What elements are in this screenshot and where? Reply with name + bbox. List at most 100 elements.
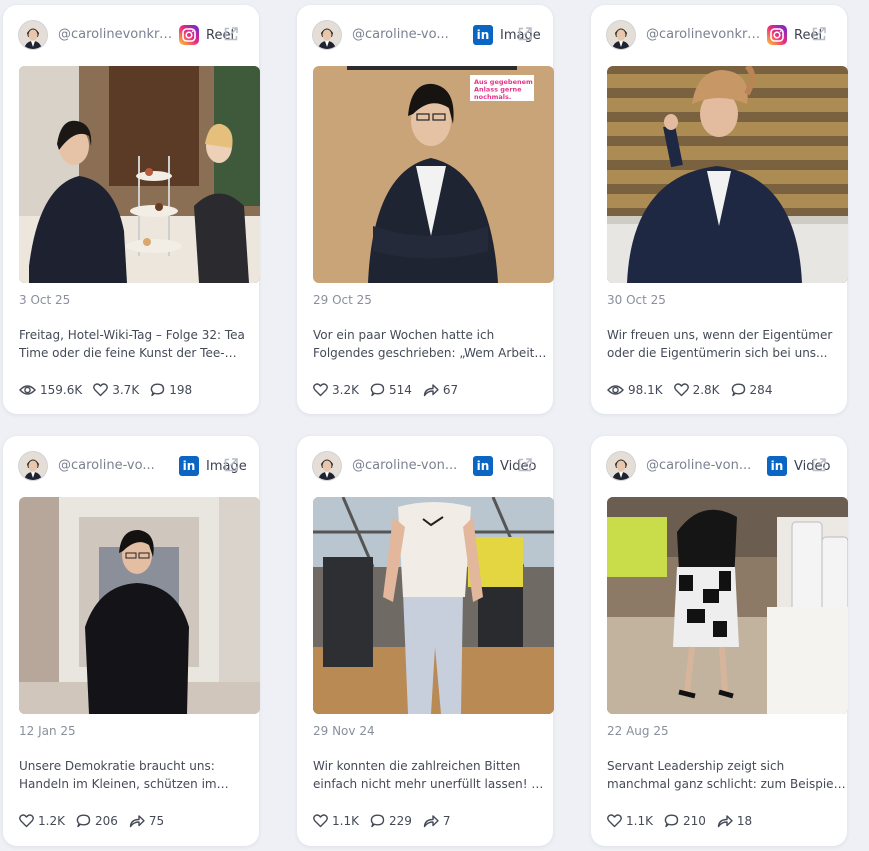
shares-count: 75 <box>148 814 165 828</box>
post-card[interactable]: @caroline-von... in Video <box>297 436 554 846</box>
likes-count: 3.2K <box>332 383 359 397</box>
post-card[interactable]: @carolinevonkre... Reel <box>591 5 848 414</box>
post-thumbnail[interactable] <box>313 497 554 714</box>
post-caption: Unsere Demokratie braucht uns: Handeln i… <box>19 759 217 791</box>
post-stats: 98.1K 2.8K 284 <box>607 381 783 399</box>
external-link-icon[interactable] <box>223 457 239 473</box>
account-handle[interactable]: @caroline-von... <box>352 458 468 473</box>
views-count: 98.1K <box>628 383 663 397</box>
post-stats: 1.2K 206 75 <box>19 812 175 830</box>
post-caption: Wir konnten die zahlreichen Bitten einfa… <box>313 759 544 791</box>
post-date: 12 Jan 25 <box>19 724 76 738</box>
instagram-icon <box>767 25 787 45</box>
likes-stat: 3.7K <box>93 383 139 397</box>
linkedin-icon: in <box>473 25 493 45</box>
post-header: @caroline-vo... in Image <box>19 451 247 481</box>
post-thumbnail[interactable] <box>19 497 260 714</box>
post-thumbnail[interactable] <box>607 66 848 283</box>
share-icon <box>717 815 733 828</box>
comment-icon <box>731 383 745 397</box>
views-stat: 159.6K <box>19 383 82 397</box>
likes-stat: 2.8K <box>673 383 720 397</box>
post-stats: 3.2K 514 67 <box>313 381 469 399</box>
comment-icon <box>664 814 679 828</box>
comment-icon <box>76 814 91 828</box>
post-card[interactable]: @caroline-vo... in Image 12 Jan 25 Unser… <box>3 436 260 846</box>
post-thumbnail[interactable] <box>19 66 260 283</box>
shares-stat: 67 <box>423 383 458 397</box>
heart-icon <box>19 814 34 828</box>
comments-stat: 206 <box>76 814 118 828</box>
post-date: 29 Oct 25 <box>313 293 372 307</box>
avatar <box>607 452 635 480</box>
share-icon <box>129 815 145 828</box>
comments-stat: 514 <box>370 383 412 397</box>
post-caption: Freitag, Hotel-Wiki-Tag – Folge 32: Tea … <box>19 328 245 360</box>
share-icon <box>423 384 439 397</box>
posts-grid: @carolinevonkre... Reel 3 Oct 25 Freitag… <box>0 0 869 851</box>
linkedin-icon: in <box>179 456 199 476</box>
post-card[interactable]: @caroline-vo... in Image Aus gegebenem An… <box>297 5 554 414</box>
post-thumbnail[interactable]: Aus gegebenem Anlass gerne nochmals. <box>313 66 554 283</box>
heart-icon <box>93 383 109 397</box>
post-stats: 1.1K 210 18 <box>607 812 763 830</box>
heart-icon <box>313 383 328 397</box>
account-handle[interactable]: @caroline-von... <box>646 458 762 473</box>
account-handle[interactable]: @caroline-vo... <box>352 27 468 42</box>
comments-count: 198 <box>169 383 193 397</box>
shares-count: 18 <box>736 814 753 828</box>
likes-stat: 3.2K <box>313 383 359 397</box>
post-card[interactable]: @carolinevonkre... Reel <box>3 5 260 414</box>
likes-stat: 1.1K <box>607 814 653 828</box>
post-caption: Servant Leadership zeigt sich manchmal g… <box>607 759 837 791</box>
post-thumbnail[interactable] <box>607 497 848 714</box>
likes-stat: 1.1K <box>313 814 359 828</box>
comments-count: 206 <box>94 814 118 828</box>
post-stats: 159.6K 3.7K 198 <box>19 381 203 399</box>
post-card[interactable]: @caroline-von... in Video <box>591 436 848 846</box>
share-icon <box>423 815 439 828</box>
eye-icon <box>19 385 36 395</box>
likes-count: 2.8K <box>692 383 720 397</box>
post-header: @caroline-vo... in Image <box>313 20 541 50</box>
account-handle[interactable]: @carolinevonkre... <box>646 27 762 42</box>
comment-icon <box>370 383 385 397</box>
post-date: 22 Aug 25 <box>607 724 669 738</box>
shares-count: 67 <box>442 383 459 397</box>
likes-stat: 1.2K <box>19 814 65 828</box>
post-caption: Wir freuen uns, wenn der Eigentümer oder… <box>607 328 833 360</box>
eye-icon <box>607 385 624 395</box>
external-link-icon[interactable] <box>223 26 239 42</box>
post-date: 29 Nov 24 <box>313 724 375 738</box>
comments-stat: 284 <box>731 383 773 397</box>
external-link-icon[interactable] <box>811 457 827 473</box>
linkedin-icon: in <box>473 456 493 476</box>
post-header: @carolinevonkre... Reel <box>607 20 833 50</box>
comments-count: 514 <box>388 383 412 397</box>
external-link-icon[interactable] <box>517 457 533 473</box>
post-date: 3 Oct 25 <box>19 293 71 307</box>
linkedin-icon: in <box>767 456 787 476</box>
comment-icon <box>370 814 385 828</box>
shares-stat: 7 <box>423 814 451 828</box>
shares-stat: 18 <box>717 814 752 828</box>
comments-count: 210 <box>682 814 706 828</box>
post-stats: 1.1K 229 7 <box>313 812 462 830</box>
likes-count: 1.1K <box>332 814 359 828</box>
heart-icon <box>313 814 328 828</box>
heart-icon <box>673 383 689 397</box>
post-caption: Vor ein paar Wochen hatte ich Folgendes … <box>313 328 535 360</box>
instagram-icon <box>179 25 199 45</box>
account-handle[interactable]: @carolinevonkre... <box>58 27 174 42</box>
external-link-icon[interactable] <box>517 26 533 42</box>
account-handle[interactable]: @caroline-vo... <box>58 458 174 473</box>
comments-count: 284 <box>749 383 773 397</box>
avatar <box>313 21 341 49</box>
likes-count: 3.7K <box>112 383 140 397</box>
avatar <box>19 21 47 49</box>
post-header: @caroline-von... in Video <box>607 451 833 481</box>
post-header: @caroline-von... in Video <box>313 451 539 481</box>
external-link-icon[interactable] <box>811 26 827 42</box>
post-date: 30 Oct 25 <box>607 293 666 307</box>
avatar <box>607 21 635 49</box>
